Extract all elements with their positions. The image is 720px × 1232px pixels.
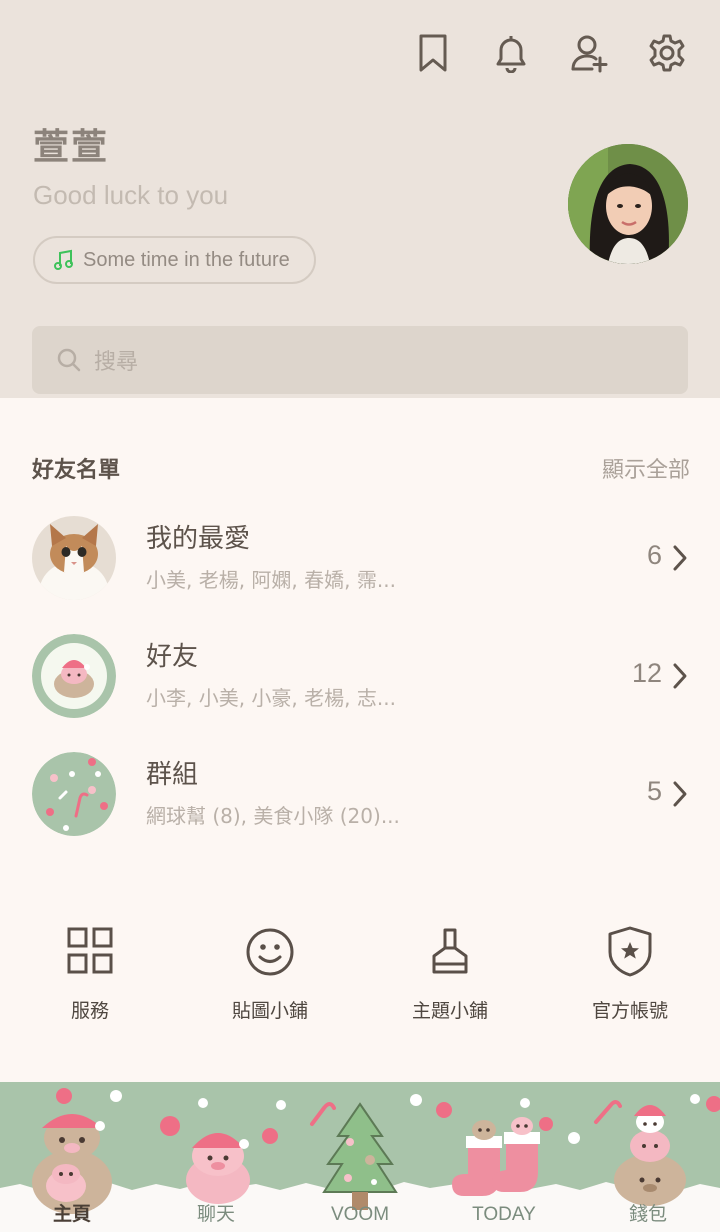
row-count: 6 [646,540,662,570]
shield-star-icon [608,926,652,977]
list-item-favorites[interactable]: 我的最愛 小美, 老楊, 阿嫻, 春嬌, 霈... 6 [32,516,692,606]
row-title: 好友 [146,642,199,672]
profile-header: 萱萱 Good luck to you Some time in the fut… [0,0,720,398]
row-subtitle: 小美, 老楊, 阿嫻, 春嬌, 霈... [146,568,396,592]
row-subtitle: 網球幫 (8), 美食小隊 (20)... [146,804,400,828]
tree-voom-icon [322,1102,398,1210]
stockings-today-icon [452,1117,553,1196]
nav-label: 聊天 [196,1204,235,1225]
nav-home[interactable]: 主頁 [0,1082,144,1232]
nav-chat[interactable]: 聊天 [144,1082,288,1232]
shortcut-label: 官方帳號 [591,1000,668,1022]
shortcut-label: 貼圖小鋪 [231,1000,308,1022]
list-item-groups[interactable]: 群組 網球幫 (8), 美食小隊 (20)... 5 [32,752,692,842]
shortcut-row: 服務 貼圖小鋪 主題小鋪 官方帳號 [0,924,720,1034]
bear-wallet-icon [614,1105,686,1206]
profile-avatar[interactable] [568,144,688,264]
profile-name[interactable]: 萱萱 [33,118,109,170]
status-message[interactable]: Good luck to you [33,180,228,211]
nav-label: TODAY [472,1204,536,1225]
nav-voom[interactable]: VOOM [288,1082,432,1232]
nav-label: 主頁 [52,1204,91,1225]
nav-label: 錢包 [628,1204,667,1225]
top-toolbar [414,32,686,74]
friends-section-title: 好友名單 [32,458,121,483]
smiley-icon [246,928,294,976]
shortcut-services[interactable]: 服務 [0,924,180,1034]
bottom-nav: 主頁 聊天 VOOM TODAY 錢包 [0,1082,720,1232]
bear-home-icon [32,1114,112,1214]
row-count: 12 [631,658,662,688]
row-subtitle: 小李, 小美, 小豪, 老楊, 志... [146,686,396,710]
groups-avatar [32,752,116,836]
favorites-avatar [32,516,116,600]
music-title: Some time in the future [83,248,290,271]
add-friend-icon[interactable] [570,32,608,74]
shortcut-label: 主題小鋪 [411,1000,488,1022]
gear-icon[interactable] [648,32,686,74]
row-title: 群組 [146,760,199,790]
brush-icon [432,928,468,974]
chevron-right-icon [673,545,687,571]
bell-icon[interactable] [492,32,530,74]
search-bar[interactable]: 搜尋 [32,326,688,394]
row-count: 5 [646,776,662,806]
nav-wallet[interactable]: 錢包 [576,1082,720,1232]
profile-music-button[interactable]: Some time in the future [33,236,316,284]
friends-avatar [32,634,116,718]
shortcut-theme-shop[interactable]: 主題小鋪 [360,924,540,1034]
music-note-icon [54,249,73,270]
search-icon [57,348,81,372]
list-item-friends[interactable]: 好友 小李, 小美, 小豪, 老楊, 志... 12 [32,634,692,724]
chevron-right-icon [673,781,687,807]
grid-icon [67,927,113,974]
nav-today[interactable]: TODAY [432,1082,576,1232]
shortcut-official-accounts[interactable]: 官方帳號 [540,924,720,1034]
show-all-link[interactable]: 顯示全部 [602,452,690,484]
bookmark-icon[interactable] [414,32,452,74]
pig-chat-icon [186,1133,250,1204]
row-title: 我的最愛 [146,524,251,554]
chevron-right-icon [673,663,687,689]
shortcut-sticker-shop[interactable]: 貼圖小鋪 [180,924,360,1034]
shortcut-label: 服務 [70,1000,109,1022]
search-placeholder: 搜尋 [94,350,139,375]
nav-label: VOOM [330,1204,390,1225]
